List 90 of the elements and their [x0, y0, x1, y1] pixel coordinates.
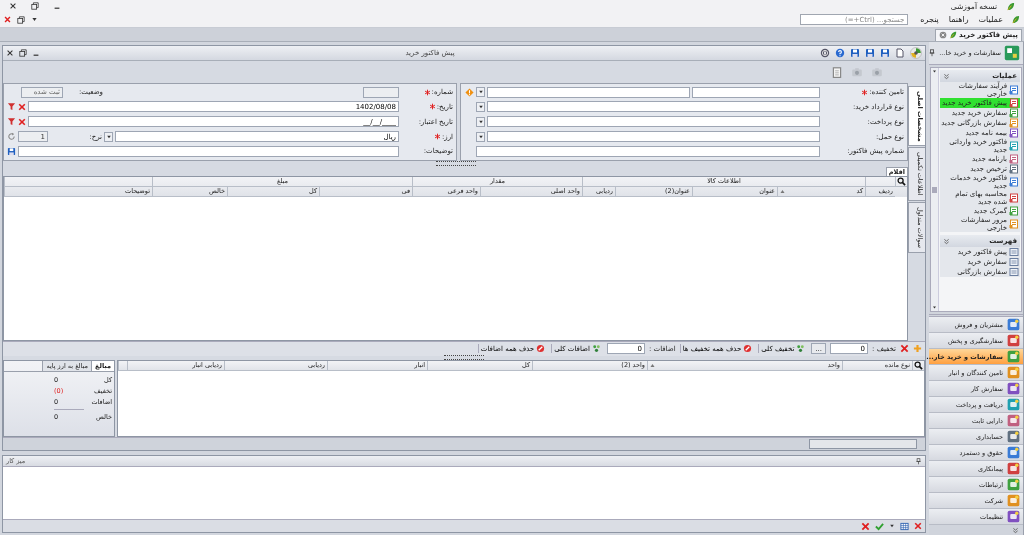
dropdown-button[interactable] [476, 101, 485, 112]
document-icon [1009, 177, 1019, 187]
search-icon[interactable] [897, 176, 906, 186]
combo-field[interactable] [487, 131, 820, 142]
collapse-icon[interactable] [943, 237, 950, 245]
leaf-icon [949, 31, 958, 39]
save-icon[interactable] [7, 146, 16, 156]
document-icon [1009, 164, 1019, 174]
save-icon[interactable] [865, 47, 875, 58]
clipboard-icon[interactable] [831, 65, 843, 78]
required-icon [423, 88, 431, 96]
restore-icon[interactable] [31, 2, 39, 10]
document-icon [1009, 118, 1019, 128]
combo-field[interactable] [487, 101, 820, 113]
tile-icon [1007, 494, 1020, 507]
document-icon [1009, 85, 1019, 95]
delete-icon[interactable] [861, 521, 870, 531]
collapse-icon[interactable] [943, 72, 950, 80]
leaf-icon [1006, 1, 1015, 11]
tile-icon [1007, 382, 1020, 395]
tile-icon [1007, 414, 1020, 427]
combo-field[interactable] [487, 116, 820, 128]
text-field[interactable] [476, 145, 820, 157]
text-field[interactable] [487, 86, 690, 98]
tile-icon [1007, 462, 1020, 475]
document-icon [1009, 219, 1019, 229]
new-document-icon[interactable] [895, 47, 905, 58]
tile-icon [1007, 366, 1020, 379]
dropdown-button[interactable] [476, 87, 485, 98]
scroll-thumb[interactable] [932, 186, 937, 193]
pin-icon[interactable] [928, 49, 937, 57]
sort-icon [650, 362, 655, 368]
tile-icon [1007, 318, 1020, 331]
clear-icon[interactable] [18, 117, 26, 126]
chevron-icon[interactable] [1012, 526, 1019, 534]
close-icon[interactable] [6, 48, 14, 57]
sort-icon [780, 188, 785, 194]
tile-icon [1007, 478, 1020, 491]
menu-item[interactable]: عملیات [976, 15, 1005, 24]
tile-icon [1007, 350, 1020, 363]
pin-icon[interactable] [915, 457, 922, 465]
text-field[interactable] [692, 86, 820, 98]
tile-icon [1007, 398, 1020, 411]
refresh-icon[interactable] [7, 132, 16, 141]
caret-icon[interactable] [31, 16, 38, 23]
remove-icon [743, 344, 753, 354]
notes-field[interactable] [18, 145, 399, 157]
tile-icon [1007, 446, 1020, 459]
dropdown-button[interactable] [476, 131, 485, 142]
search-icon[interactable] [914, 360, 923, 370]
table-icon[interactable] [900, 521, 909, 531]
restore-icon[interactable] [17, 15, 25, 24]
document-icon [1009, 98, 1019, 108]
required-icon [861, 88, 869, 96]
dropdown-button[interactable] [104, 131, 113, 142]
coins-icon [796, 344, 806, 354]
menu-item[interactable]: پنجره [918, 15, 941, 24]
delete-icon[interactable] [900, 344, 909, 354]
document-icon [1009, 206, 1019, 216]
tile-icon [1007, 430, 1020, 443]
close-icon[interactable] [9, 2, 17, 10]
scrollbar[interactable] [931, 68, 939, 311]
module-icon [1004, 45, 1020, 61]
caret-icon [477, 133, 484, 140]
splitter-handle[interactable] [435, 161, 476, 167]
caret-icon[interactable] [889, 523, 895, 529]
leaf-icon [1011, 15, 1020, 24]
tile-icon [1007, 334, 1020, 347]
document-icon [1009, 128, 1019, 138]
caret-icon [477, 118, 484, 125]
document-icon [1009, 193, 1019, 203]
check-icon[interactable] [875, 521, 884, 531]
tile-icon [1007, 510, 1020, 523]
warning-icon [464, 87, 474, 97]
save-icon[interactable] [850, 47, 860, 58]
document-icon [1009, 108, 1019, 118]
restore-icon[interactable] [19, 48, 27, 57]
close-icon[interactable] [4, 16, 11, 23]
document-icon [1009, 141, 1019, 151]
required-icon [433, 133, 441, 140]
coins-icon [591, 344, 601, 354]
help-icon[interactable] [835, 47, 845, 58]
caret-icon [105, 133, 112, 140]
remove-icon [536, 344, 546, 354]
menu-item[interactable]: راهنما [946, 15, 971, 24]
clear-icon[interactable] [18, 102, 26, 111]
required-icon [428, 103, 436, 111]
document-icon [1009, 154, 1019, 164]
save-icon[interactable] [880, 47, 890, 58]
dropdown-button[interactable] [476, 116, 485, 127]
